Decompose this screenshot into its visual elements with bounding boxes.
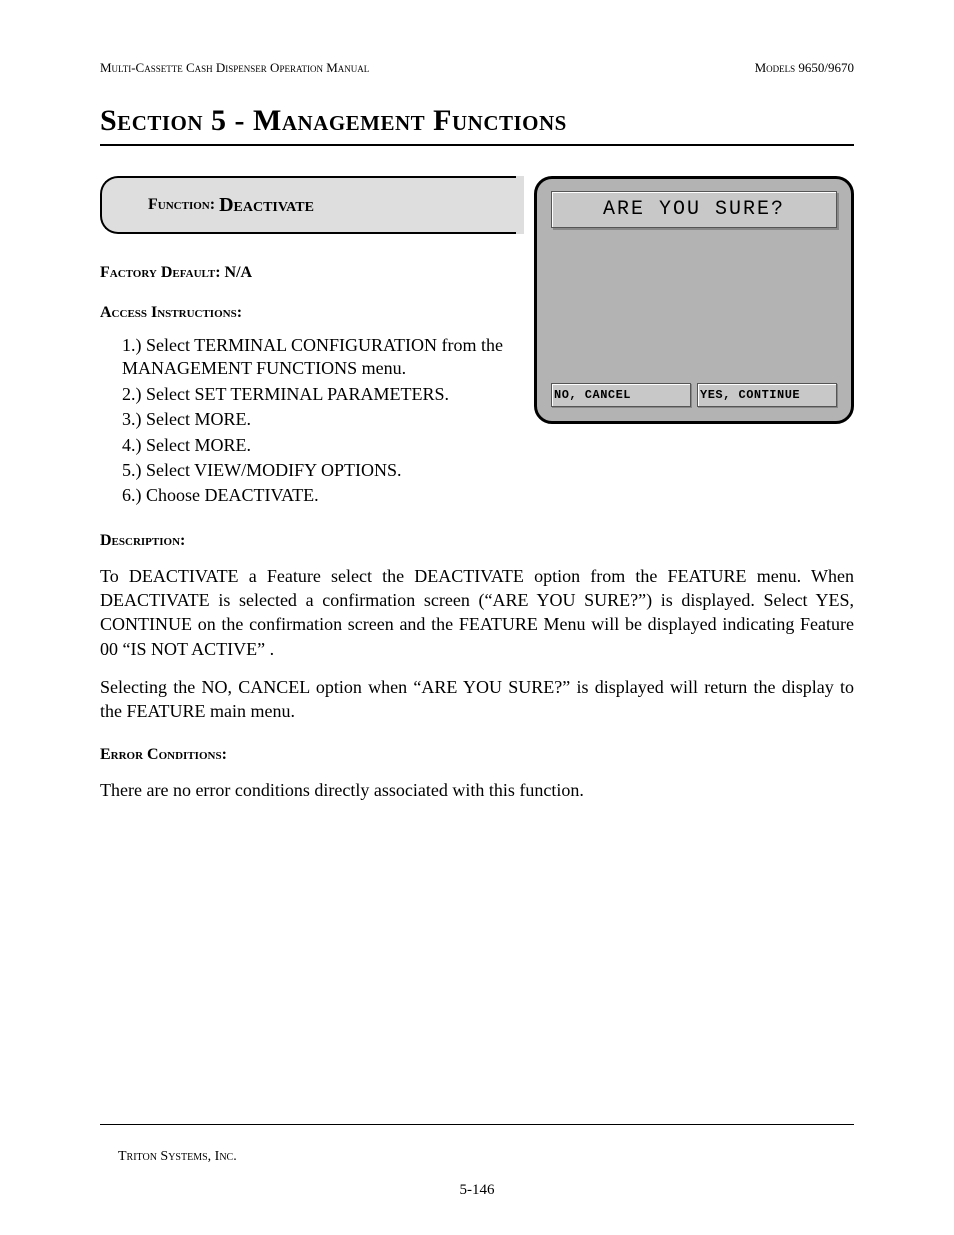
- running-head: Multi-Cassette Cash Dispenser Operation …: [100, 60, 854, 76]
- title-rule: [100, 144, 854, 146]
- step-text: Select MORE.: [146, 409, 251, 429]
- running-head-right: Models 9650/9670: [755, 60, 854, 76]
- step-text: Select SET TERMINAL PARAMETERS.: [146, 384, 449, 404]
- footer-rule: [100, 1124, 854, 1125]
- list-item: 2.) Select SET TERMINAL PARAMETERS.: [122, 383, 522, 406]
- description-paragraph-1: To DEACTIVATE a Feature select the DEACT…: [100, 564, 854, 661]
- step-text: Select MORE.: [146, 435, 251, 455]
- error-conditions-heading: Error Conditions:: [100, 746, 854, 764]
- function-name: Deactivate: [219, 194, 314, 217]
- step-text: Select VIEW/MODIFY OPTIONS.: [146, 460, 401, 480]
- function-tab: Function: Deactivate: [100, 176, 522, 234]
- section-title: Section 5 - Management Functions: [100, 104, 854, 138]
- running-head-left: Multi-Cassette Cash Dispenser Operation …: [100, 60, 369, 76]
- factory-default: Factory Default: N/A: [100, 264, 522, 282]
- error-conditions-text: There are no error conditions directly a…: [100, 778, 854, 802]
- step-text: Choose DEACTIVATE.: [146, 485, 319, 505]
- factory-default-label: Factory Default:: [100, 264, 221, 281]
- function-label: Function:: [148, 196, 215, 214]
- access-instructions-heading: Access Instructions:: [100, 304, 522, 322]
- factory-default-value: N/A: [225, 264, 253, 281]
- step-text: Select TERMINAL CONFIGURATION from the M…: [122, 335, 503, 378]
- terminal-screen: ARE YOU SURE? NO, CANCEL YES, CONTINUE: [534, 176, 854, 424]
- page-number: 5-146: [0, 1182, 954, 1199]
- list-item: 1.) Select TERMINAL CONFIGURATION from t…: [122, 334, 522, 381]
- list-item: 6.) Choose DEACTIVATE.: [122, 484, 522, 507]
- description-paragraph-2: Selecting the NO, CANCEL option when “AR…: [100, 675, 854, 724]
- description-heading: Description:: [100, 532, 854, 550]
- access-instructions-list: 1.) Select TERMINAL CONFIGURATION from t…: [100, 334, 522, 508]
- manual-page: Multi-Cassette Cash Dispenser Operation …: [0, 0, 954, 1235]
- list-item: 3.) Select MORE.: [122, 408, 522, 431]
- footer-company: Triton Systems, Inc.: [118, 1149, 237, 1165]
- list-item: 4.) Select MORE.: [122, 434, 522, 457]
- screen-title: ARE YOU SURE?: [551, 191, 837, 228]
- yes-continue-button[interactable]: YES, CONTINUE: [697, 383, 837, 407]
- list-item: 5.) Select VIEW/MODIFY OPTIONS.: [122, 459, 522, 482]
- no-cancel-button[interactable]: NO, CANCEL: [551, 383, 691, 407]
